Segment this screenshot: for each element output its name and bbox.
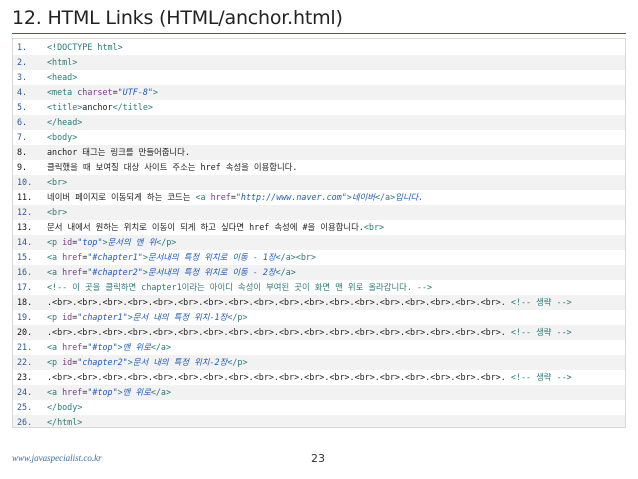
code-text: anchor 태그는 링크를 만들어줍니다. [47,147,190,157]
code-text: 클릭했을 때 보여질 대상 사이트 주소는 href 속성을 이용합니다. [47,162,298,172]
code-text: </html> [47,417,83,427]
code-text: 문서 내에서 원하는 위치로 이동이 되게 하고 싶다면 href 속성에 #을… [47,222,385,232]
line-number: 22. [17,357,33,367]
footer-website: www.javaspecialist.co.kr [12,453,102,463]
code-text: <body> [47,132,78,142]
code-line: 4. <meta charset="UTF-8"> [13,85,625,100]
line-number: 26. [17,417,33,427]
code-line: 25. </body> [13,400,625,415]
code-text: <head> [47,72,78,82]
code-line: 18. .<br>.<br>.<br>.<br>.<br>.<br>.<br>.<… [13,295,625,310]
code-line: 8. anchor 태그는 링크를 만들어줍니다. [13,145,625,160]
code-text: <a href="#chapter1">문서내의 특정 위치로 이동 - 1장<… [47,252,316,262]
line-number: 2. [17,57,28,67]
line-number: 10. [17,177,33,187]
code-text: <br> [47,177,68,187]
line-number: 14. [17,237,33,247]
line-number: 13. [17,222,33,232]
code-line: 23. .<br>.<br>.<br>.<br>.<br>.<br>.<br>.<… [13,370,625,385]
code-text: <title>anchor</title> [47,102,153,112]
code-line: 14. <p id="top">문서의 맨 위</p> [13,235,625,250]
line-number: 9. [17,162,28,172]
code-text: <p id="chapter1">문서 내의 특정 위치-1장</p> [47,312,248,322]
page-number: 23 [311,452,325,465]
code-line: 3. <head> [13,70,625,85]
code-text: <a href="#top">맨 위로</a> [47,342,172,352]
code-text: <p id="chapter2">문서 내의 특정 위치-2장</p> [47,357,248,367]
line-number: 3. [17,72,28,82]
code-line: 2. <html> [13,55,625,70]
code-line: 12. <br> [13,205,625,220]
code-text: <!DOCTYPE html> [47,42,123,52]
code-line: 1. <!DOCTYPE html> [13,40,625,55]
line-number: 4. [17,87,28,97]
code-line: 10. <br> [13,175,625,190]
line-number: 17. [17,282,33,292]
line-number: 7. [17,132,28,142]
line-number: 20. [17,327,33,337]
code-text: 네이버 페이지로 이동되게 하는 코드는 <a href="http://www… [47,192,424,202]
code-line: 19. <p id="chapter1">문서 내의 특정 위치-1장</p> [13,310,625,325]
code-text: <br> [47,207,68,217]
line-number: 15. [17,252,33,262]
line-number: 21. [17,342,33,352]
code-text: .<br>.<br>.<br>.<br>.<br>.<br>.<br>.<br>… [47,327,572,337]
title-divider [12,33,626,34]
code-text: .<br>.<br>.<br>.<br>.<br>.<br>.<br>.<br>… [47,297,572,307]
code-text: </body> [47,402,83,412]
line-number: 23. [17,372,33,382]
code-line: 9. 클릭했을 때 보여질 대상 사이트 주소는 href 속성을 이용합니다. [13,160,625,175]
line-number: 25. [17,402,33,412]
line-number: 11. [17,192,33,202]
slide-title: 12. HTML Links (HTML/anchor.html) [12,7,343,29]
code-line: 16. <a href="#chapter2">문서내의 특정 위치로 이동 - … [13,265,625,280]
code-line: 20. .<br>.<br>.<br>.<br>.<br>.<br>.<br>.<… [13,325,625,340]
line-number: 5. [17,102,28,112]
line-number: 1. [17,42,28,52]
code-text: <a href="#chapter2">문서내의 특정 위치로 이동 - 2장<… [47,267,296,277]
code-text: <p id="top">문서의 맨 위</p> [47,237,177,247]
code-listing: 1. <!DOCTYPE html> 2. <html> 3. <head> 4. <meta… [12,38,626,428]
code-line: 13. 문서 내에서 원하는 위치로 이동이 되게 하고 싶다면 href 속성에… [13,220,625,235]
code-text: <meta charset="UTF-8"> [47,87,158,97]
line-number: 18. [17,297,33,307]
code-line: 24. <a href="#top">맨 위로</a> [13,385,625,400]
line-number: 24. [17,387,33,397]
code-text: <a href="#top">맨 위로</a> [47,387,172,397]
code-text: <!-- 이 곳을 클릭하면 chapter1이라는 아이디 속성이 부여된 곳… [47,282,433,292]
line-number: 19. [17,312,33,322]
line-number: 12. [17,207,33,217]
code-text: .<br>.<br>.<br>.<br>.<br>.<br>.<br>.<br>… [47,372,572,382]
line-number: 16. [17,267,33,277]
code-line: 6. </head> [13,115,625,130]
code-line: 15. <a href="#chapter1">문서내의 특정 위치로 이동 - … [13,250,625,265]
code-line: 7. <body> [13,130,625,145]
code-line: 22. <p id="chapter2">문서 내의 특정 위치-2장</p> [13,355,625,370]
code-line: 21. <a href="#top">맨 위로</a> [13,340,625,355]
code-text: </head> [47,117,83,127]
code-text: <html> [47,57,78,67]
code-line: 26. </html> [13,415,625,427]
line-number: 6. [17,117,28,127]
line-number: 8. [17,147,28,157]
code-line: 5. <title>anchor</title> [13,100,625,115]
code-line: 17. <!-- 이 곳을 클릭하면 chapter1이라는 아이디 속성이 부여… [13,280,625,295]
code-line: 11. 네이버 페이지로 이동되게 하는 코드는 <a href="http://… [13,190,625,205]
